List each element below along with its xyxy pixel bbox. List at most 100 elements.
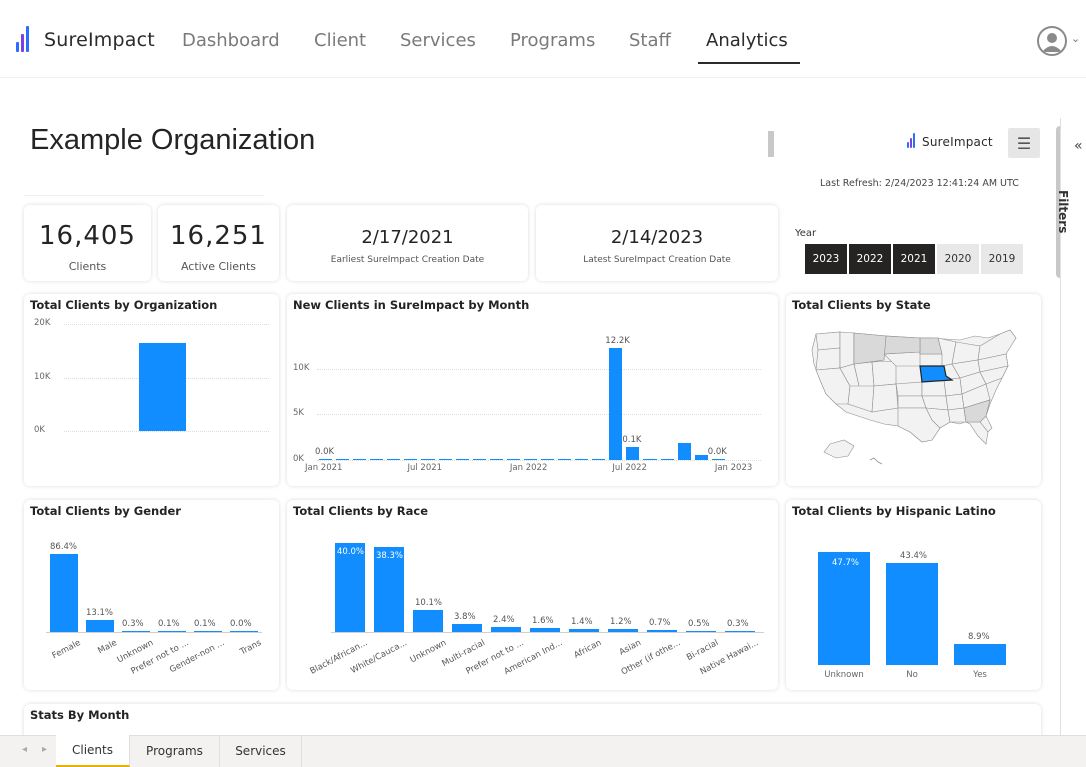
kpi-clients-card: 16,405 Clients — [24, 205, 151, 281]
bar[interactable] — [647, 630, 677, 632]
nav-programs[interactable]: Programs — [510, 30, 595, 51]
category-label: Asian — [617, 638, 643, 658]
bar[interactable] — [387, 458, 401, 460]
bar[interactable] — [530, 628, 560, 632]
gridline — [317, 460, 761, 461]
bar[interactable] — [455, 458, 469, 460]
x-tick-label: Jan 2021 — [305, 463, 343, 473]
bar[interactable] — [230, 630, 258, 632]
bar[interactable] — [609, 348, 623, 460]
bar[interactable] — [558, 458, 572, 460]
user-avatar-icon[interactable] — [1037, 26, 1067, 56]
bar[interactable] — [643, 458, 657, 460]
data-label: 47.7% — [832, 558, 860, 569]
y-tick-label: 10K — [293, 362, 310, 373]
tab-scroll-left-icon[interactable]: ◂ — [22, 744, 27, 755]
kpi-earliest-date-value: 2/17/2021 — [361, 227, 454, 248]
kpi-earliest-date-card: 2/17/2021 Earliest SureImpact Creation D… — [287, 205, 528, 281]
bar[interactable] — [452, 623, 482, 632]
bar[interactable] — [626, 447, 640, 460]
nav-services[interactable]: Services — [400, 30, 476, 51]
bar[interactable] — [660, 458, 674, 460]
expand-filters-icon[interactable]: « — [1074, 138, 1083, 154]
bar[interactable] — [954, 643, 1006, 665]
chart-title: Total Clients by State — [792, 298, 931, 312]
bar[interactable] — [336, 458, 350, 460]
bar[interactable] — [404, 458, 418, 460]
kpi-latest-date-card: 2/14/2023 Latest SureImpact Creation Dat… — [536, 205, 778, 281]
nav-client[interactable]: Client — [314, 30, 366, 51]
bar[interactable] — [818, 552, 870, 665]
data-label: 2.4% — [493, 614, 515, 625]
us-map[interactable] — [810, 324, 1025, 474]
tab-scroll-right-icon[interactable]: ▸ — [42, 744, 47, 755]
data-label: 13.1% — [86, 608, 114, 619]
chart-title: Total Clients by Organization — [30, 298, 218, 312]
chart-new-clients-by-month: New Clients in SureImpact by Month 0K 5K 1… — [287, 294, 778, 486]
kpi-clients-value: 16,405 — [39, 221, 136, 251]
kpi-latest-date-value: 2/14/2023 — [610, 227, 704, 248]
baseline — [46, 632, 262, 633]
data-label: 0.5% — [688, 618, 710, 629]
bar[interactable] — [569, 628, 599, 632]
bar[interactable] — [319, 458, 333, 460]
data-label: 0.0K — [707, 446, 727, 457]
bar[interactable] — [523, 458, 537, 460]
nav-analytics[interactable]: Analytics — [706, 30, 788, 51]
data-label: 0.1% — [158, 618, 180, 629]
data-label: 43.4% — [900, 550, 928, 561]
bar[interactable] — [491, 626, 521, 632]
year-option-2020[interactable]: 2020 — [937, 244, 979, 274]
kpi-clients-label: Clients — [68, 260, 107, 273]
bar[interactable] — [421, 458, 435, 460]
chevron-down-icon[interactable]: ⌄ — [1071, 32, 1080, 45]
chart-title: Total Clients by Gender — [30, 504, 181, 518]
bar[interactable] — [438, 458, 452, 460]
report-brand-logo: SureImpact — [906, 133, 993, 150]
bar[interactable] — [158, 630, 186, 632]
year-option-2021[interactable]: 2021 — [893, 244, 935, 274]
hamburger-menu-button[interactable]: ☰ — [1008, 128, 1040, 158]
data-label: 0.1K — [622, 435, 642, 446]
category-label: Trans — [238, 638, 263, 658]
bar[interactable] — [370, 458, 384, 460]
bar[interactable] — [725, 630, 755, 632]
tab-services[interactable]: Services — [220, 735, 302, 767]
year-option-2019[interactable]: 2019 — [981, 244, 1023, 274]
bar[interactable] — [122, 630, 150, 632]
bar[interactable] — [592, 458, 606, 460]
year-option-2023[interactable]: 2023 — [805, 244, 847, 274]
x-tick-label: Jul 2022 — [612, 463, 647, 473]
nav-staff[interactable]: Staff — [629, 30, 671, 51]
bar[interactable] — [686, 630, 716, 632]
data-label: 0.7% — [649, 618, 671, 629]
tab-clients[interactable]: Clients — [56, 735, 130, 767]
bar[interactable] — [677, 442, 691, 460]
kpi-active-clients-label: Active Clients — [180, 260, 257, 273]
filters-pane-label[interactable]: Filters — [1056, 190, 1070, 233]
bar[interactable] — [139, 343, 186, 431]
bar[interactable] — [353, 458, 367, 460]
bar[interactable] — [608, 629, 638, 632]
tab-programs[interactable]: Programs — [130, 735, 220, 767]
bar[interactable] — [413, 609, 443, 632]
brand-logo[interactable]: SureImpact — [14, 26, 155, 54]
bar[interactable] — [541, 458, 555, 460]
y-tick-label: 10K — [34, 371, 51, 382]
bar[interactable] — [694, 455, 708, 460]
category-label: Yes — [973, 670, 987, 680]
bar[interactable] — [711, 458, 725, 460]
bar[interactable] — [489, 458, 503, 460]
nav-dashboard[interactable]: Dashboard — [182, 30, 280, 51]
bar[interactable] — [506, 458, 520, 460]
kpi-latest-date-label: Latest SureImpact Creation Date — [583, 255, 731, 265]
year-option-2022[interactable]: 2022 — [849, 244, 891, 274]
chart-title: New Clients in SureImpact by Month — [293, 298, 530, 312]
bar[interactable] — [50, 554, 78, 632]
bar[interactable] — [472, 458, 486, 460]
bar[interactable] — [575, 458, 589, 460]
data-label: 0.1% — [194, 618, 216, 629]
bar[interactable] — [194, 630, 222, 632]
bar[interactable] — [86, 620, 114, 632]
bar[interactable] — [886, 562, 938, 665]
